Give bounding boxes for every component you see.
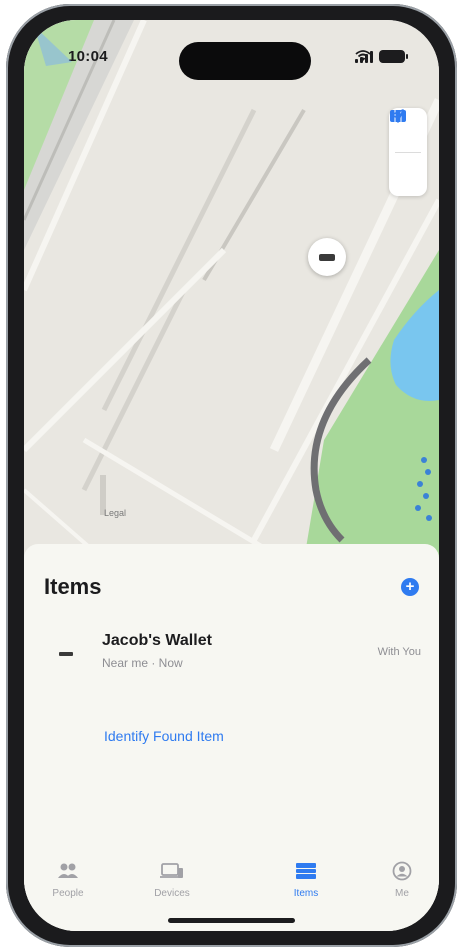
battery-icon xyxy=(379,50,408,63)
wallet-pin-icon xyxy=(319,253,335,261)
map-legal-label[interactable]: Legal xyxy=(104,508,126,518)
identify-found-item-link[interactable]: Identify Found Item xyxy=(104,728,224,744)
item-name: Jacob's Wallet xyxy=(102,632,212,649)
wifi-icon xyxy=(355,50,371,61)
tab-devices[interactable]: Devices xyxy=(142,860,202,899)
people-icon xyxy=(58,863,78,878)
item-subtitle: Near me · Now xyxy=(102,656,183,670)
devices-icon xyxy=(160,863,183,878)
location-button[interactable] xyxy=(389,109,427,197)
tab-label: Items xyxy=(293,888,319,899)
list-item[interactable]: Jacob's Wallet Near me · Now With You xyxy=(46,628,421,686)
status-icons xyxy=(355,50,408,63)
sheet-title: Items xyxy=(44,574,102,599)
plus-icon: + xyxy=(405,578,415,595)
dynamic-island xyxy=(179,42,311,80)
item-distance: With You xyxy=(377,646,421,658)
map-view[interactable]: 10:04 Legal xyxy=(24,20,439,560)
home-indicator[interactable] xyxy=(168,918,295,923)
item-map-pin[interactable] xyxy=(308,238,346,276)
user-location-icon xyxy=(28,22,72,66)
tab-label: People xyxy=(52,888,84,899)
tab-items[interactable]: Items xyxy=(276,860,336,899)
tab-label: Devices xyxy=(154,888,190,899)
phone-screen: 10:04 Legal Items + Jacob's Wallet Near … xyxy=(24,20,439,931)
add-item-button[interactable]: + xyxy=(401,578,419,596)
map-controls xyxy=(389,108,427,196)
map-graphic xyxy=(24,20,439,560)
tab-label: Me xyxy=(395,888,409,899)
wallet-icon xyxy=(54,642,78,666)
tab-me[interactable]: Me xyxy=(372,860,432,899)
tab-people[interactable]: People xyxy=(38,860,98,899)
items-icon xyxy=(296,863,316,879)
location-arrow-icon xyxy=(390,109,404,123)
phone-frame: 10:04 Legal Items + Jacob's Wallet Near … xyxy=(6,4,457,947)
me-icon xyxy=(392,861,412,881)
